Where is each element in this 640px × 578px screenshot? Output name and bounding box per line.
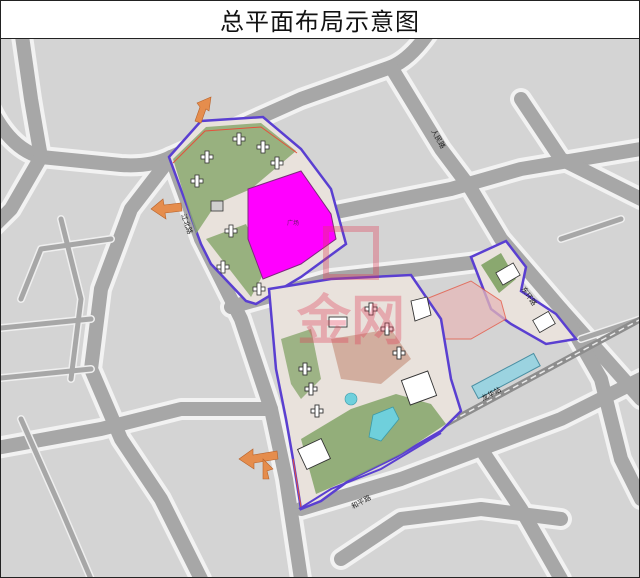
page-title: 总平面布局示意图 bbox=[220, 8, 420, 36]
plaza-label: 广场 bbox=[287, 219, 299, 227]
title-bar: 总平面布局示意图 bbox=[1, 1, 639, 39]
site-plan-svg: 广场 金网 人民路 江北路 和平路 东环路 龙华站 bbox=[1, 39, 639, 577]
watermark-text: 金网 bbox=[296, 289, 405, 352]
figure-frame: 总平面布局示意图 广场 金网 人民路 江北路 和平路 东环路 龙华站 bbox=[0, 0, 640, 578]
site-plan-map: 广场 金网 人民路 江北路 和平路 东环路 龙华站 bbox=[1, 39, 639, 577]
